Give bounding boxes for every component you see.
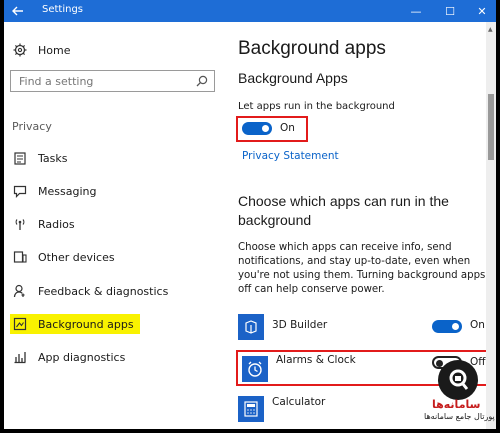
master-toggle[interactable]	[242, 122, 272, 135]
let-apps-label: Let apps run in the background	[238, 101, 395, 112]
search-input[interactable]: Find a setting	[10, 70, 215, 92]
master-toggle-state: On	[280, 122, 295, 134]
background-apps-icon	[12, 316, 28, 332]
sidebar-item-tasks[interactable]: Tasks	[12, 148, 67, 168]
app-name: Calculator	[272, 396, 326, 408]
feedback-icon	[12, 283, 28, 299]
search-icon	[196, 75, 208, 87]
screenshot-frame: Settings — ☐ ✕ Home Find a setting Priva…	[0, 0, 500, 433]
watermark-emblem-icon	[438, 360, 478, 400]
sidebar-item-label: Radios	[38, 217, 75, 231]
page-title: Background apps	[238, 38, 386, 59]
sidebar-item-feedback[interactable]: Feedback & diagnostics	[12, 281, 168, 301]
sidebar-item-app-diagnostics[interactable]: App diagnostics	[12, 347, 125, 367]
app-name: 3D Builder	[272, 319, 328, 331]
toggle-knob	[452, 323, 459, 330]
other-devices-icon	[12, 249, 28, 265]
sidebar-item-radios[interactable]: Radios	[12, 214, 75, 234]
settings-window: Settings — ☐ ✕ Home Find a setting Priva…	[4, 0, 496, 429]
calculator-icon	[238, 396, 264, 422]
sidebar-item-label: App diagnostics	[38, 350, 126, 364]
window-title: Settings	[42, 4, 84, 15]
messaging-icon	[12, 183, 28, 199]
choose-heading: Choose which apps can run in the backgro…	[238, 193, 449, 228]
app-name: Alarms & Clock	[276, 354, 356, 366]
privacy-statement-link[interactable]: Privacy Statement	[242, 150, 339, 162]
sidebar-item-label: Other devices	[38, 250, 115, 264]
toggle-knob	[262, 125, 269, 132]
sidebar-item-label: Messaging	[38, 184, 97, 198]
radios-icon	[12, 216, 28, 232]
close-button[interactable]: ✕	[466, 0, 496, 22]
sidebar-item-label: Tasks	[38, 151, 68, 165]
arrow-left-icon	[12, 6, 23, 16]
search-placeholder: Find a setting	[19, 75, 94, 88]
highlight-marker: Background apps	[10, 314, 140, 334]
sidebar-item-background-apps[interactable]: Background apps	[10, 314, 140, 334]
back-button[interactable]	[4, 0, 32, 22]
gear-icon	[12, 42, 28, 58]
sidebar-item-messaging[interactable]: Messaging	[12, 181, 96, 201]
scroll-thumb[interactable]	[488, 94, 494, 160]
scroll-up-icon[interactable]: ▲	[488, 26, 493, 33]
watermark-subtext: پورتال جامع سامانه‌ها	[424, 412, 495, 421]
app-toggle-state: On	[470, 319, 485, 331]
title-bar: Settings — ☐ ✕	[4, 0, 496, 22]
section-label-privacy: Privacy	[12, 120, 52, 133]
sidebar-item-label: Background apps	[38, 317, 134, 331]
watermark-logo: سامانه‌ها پورتال جامع سامانه‌ها	[424, 360, 496, 422]
sidebar-item-label: Feedback & diagnostics	[38, 284, 169, 298]
description-text: Choose which apps can receive info, send…	[238, 242, 486, 295]
section-title: Background Apps	[238, 70, 348, 86]
sidebar: Home Find a setting Privacy Tasks Messag…	[4, 22, 224, 429]
sidebar-home[interactable]: Home	[12, 40, 70, 60]
sidebar-home-label: Home	[38, 43, 71, 57]
3d-builder-icon	[238, 314, 264, 340]
sidebar-item-other-devices[interactable]: Other devices	[12, 247, 115, 267]
app-row-3d-builder: 3D Builder On	[236, 312, 486, 342]
app-diagnostics-icon	[12, 349, 28, 365]
master-toggle-annotation: On	[236, 116, 308, 142]
watermark-text: سامانه‌ها	[432, 398, 481, 411]
app-toggle-3d-builder[interactable]	[432, 320, 462, 333]
alarm-clock-icon	[242, 356, 268, 382]
minimize-button[interactable]: —	[400, 0, 432, 22]
tasks-icon	[12, 150, 28, 166]
maximize-button[interactable]: ☐	[434, 0, 466, 22]
